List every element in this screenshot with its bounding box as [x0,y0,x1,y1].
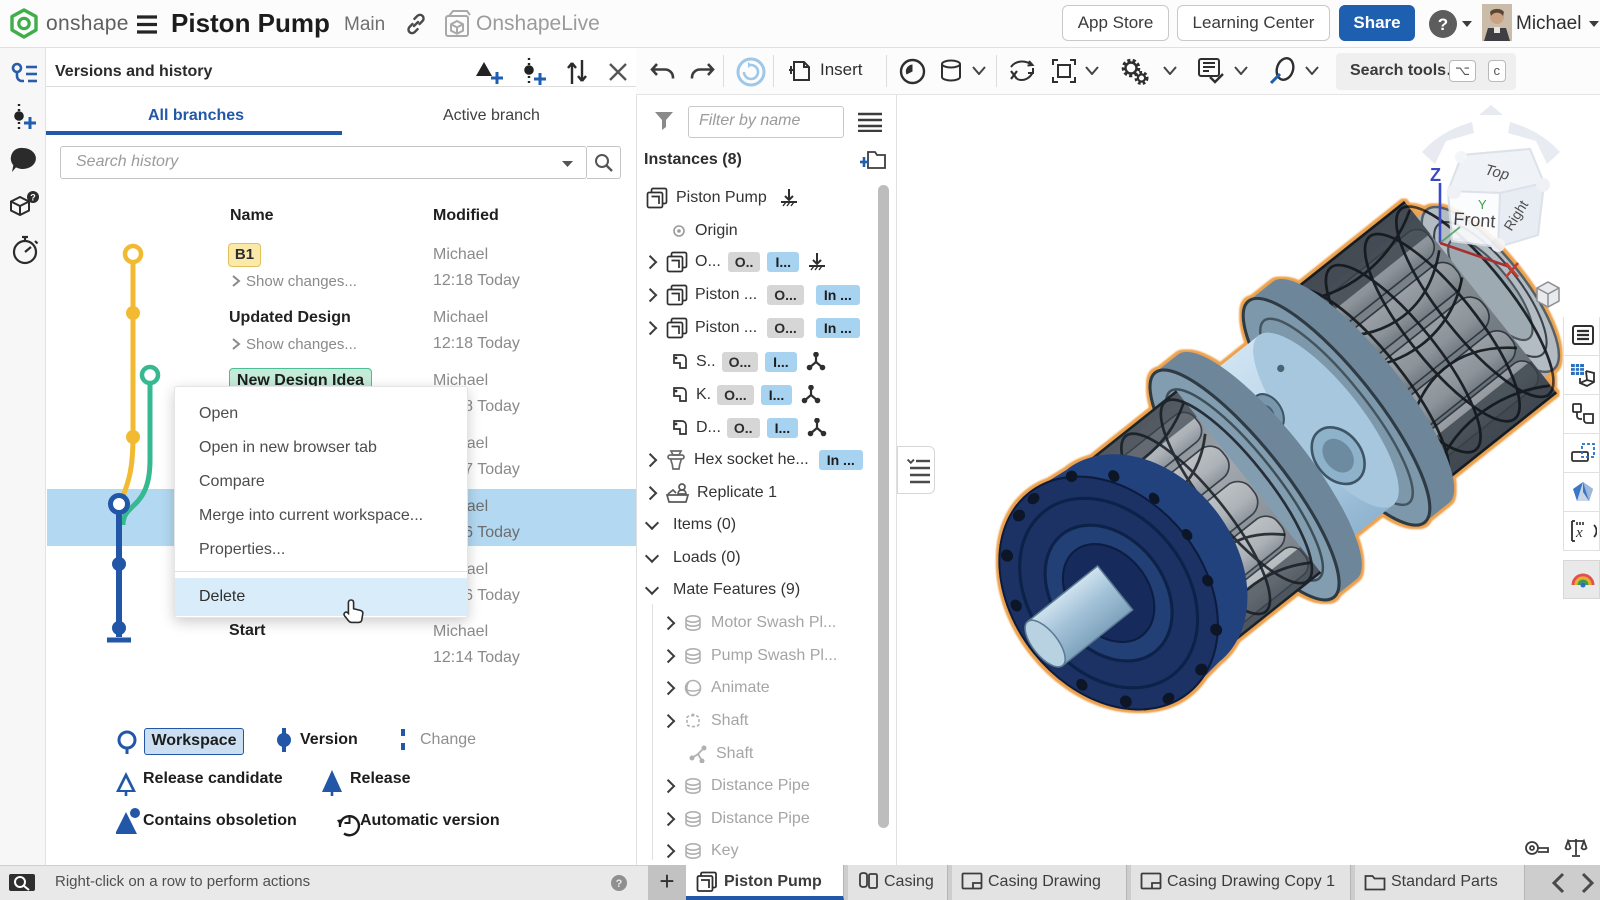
svg-text:x: x [1575,525,1583,541]
svg-text:Z: Z [1430,165,1441,185]
svg-text:?: ? [30,193,36,203]
svg-text:Y: Y [1478,197,1487,212]
svg-text:?: ? [1438,15,1448,34]
svg-text:?: ? [616,878,623,890]
